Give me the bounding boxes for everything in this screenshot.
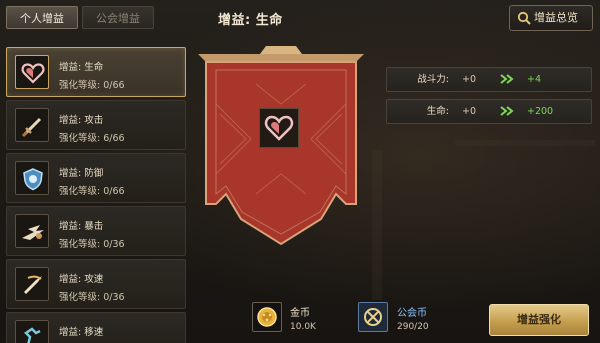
buff-name: 增益: 攻速	[59, 274, 104, 285]
stat-current: +0	[462, 106, 477, 117]
background-pillar	[372, 150, 382, 300]
buff-item-defense[interactable]: 增益: 防御 强化等级: 0/66	[6, 153, 186, 203]
tab-guild-buff[interactable]: 公会增益	[82, 6, 154, 29]
buff-name: 增益: 移速	[59, 327, 104, 338]
stat-label: 生命:	[426, 106, 449, 117]
guild-coin-name: 公会币	[397, 308, 427, 319]
tab-personal-buff[interactable]: 个人增益	[6, 6, 78, 29]
buff-enhance-button[interactable]: 增益强化	[489, 304, 589, 336]
guild-coin-value: 290/20	[397, 322, 429, 332]
attack-speed-icon	[15, 267, 49, 301]
stat-bonus: +200	[527, 106, 554, 117]
buff-level: 强化等级: 0/36	[59, 239, 125, 250]
buff-level: 强化等级: 0/66	[59, 186, 125, 197]
buff-item-life[interactable]: 增益: 生命 强化等级: 0/66	[6, 47, 186, 97]
top-bar: 个人增益 公会增益 增益: 生命 增益总览	[0, 0, 600, 36]
buff-level: 强化等级: 0/66	[59, 80, 125, 91]
banner-graphic	[198, 46, 364, 246]
buff-item-attack-speed[interactable]: 增益: 攻速 强化等级: 0/36	[6, 259, 186, 309]
buff-overview-label: 增益总览	[534, 11, 578, 24]
buff-name: 增益: 防御	[59, 168, 104, 179]
heart-icon	[15, 55, 49, 89]
buff-overview-button[interactable]: 增益总览	[509, 5, 593, 31]
buff-screen: 个人增益 公会增益 增益: 生命 增益总览 增益: 生命 强化等级: 0/66	[0, 0, 600, 343]
double-arrow-icon	[500, 106, 514, 116]
buff-item-crit[interactable]: 增益: 暴击 强化等级: 0/36	[6, 206, 186, 256]
page-title: 增益: 生命	[218, 13, 283, 28]
stat-row-power: 战斗力: +0 +4	[386, 67, 592, 92]
stat-row-life: 生命: +0 +200	[386, 99, 592, 124]
move-speed-icon	[15, 320, 49, 343]
background-beam	[455, 140, 595, 146]
gold-coin-icon	[252, 302, 282, 332]
buff-name: 增益: 生命	[59, 62, 104, 73]
stat-current: +0	[462, 74, 477, 85]
shield-icon	[15, 161, 49, 195]
stat-bonus: +4	[527, 74, 542, 85]
buff-name: 增益: 暴击	[59, 221, 104, 232]
stat-label: 战斗力:	[417, 74, 449, 85]
guild-coin-icon	[358, 302, 388, 332]
buff-name: 增益: 攻击	[59, 115, 104, 126]
gold-name: 金币	[290, 308, 310, 319]
sword-icon	[15, 108, 49, 142]
buff-level: 强化等级: 6/66	[59, 133, 125, 144]
gold-value: 10.0K	[290, 322, 316, 332]
double-arrow-icon	[500, 74, 514, 84]
buff-item-move-speed[interactable]: 增益: 移速	[6, 312, 186, 343]
crit-icon	[15, 214, 49, 248]
search-icon	[517, 11, 531, 25]
buff-item-attack[interactable]: 增益: 攻击 强化等级: 6/66	[6, 100, 186, 150]
buff-banner	[196, 44, 366, 254]
banner-heart-icon	[259, 108, 299, 148]
buff-level: 强化等级: 0/36	[59, 292, 125, 303]
